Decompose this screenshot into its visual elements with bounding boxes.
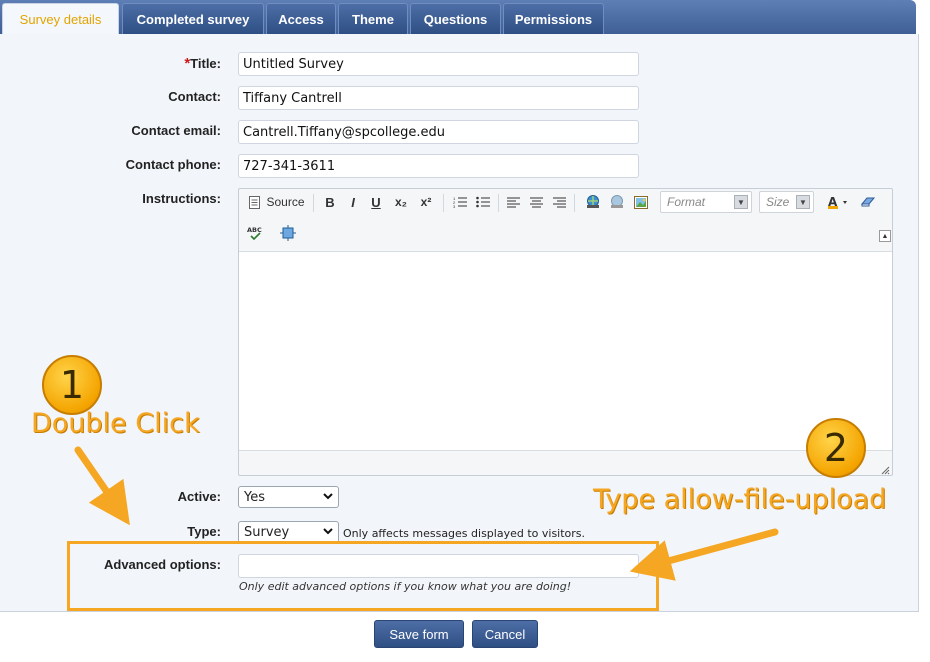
arrow-to-advanced-options (74, 446, 130, 526)
cancel-button[interactable]: Cancel (472, 620, 538, 648)
arrow-to-advanced-input (629, 528, 779, 581)
save-form-button[interactable]: Save form (374, 620, 464, 648)
annotation-arrows (74, 446, 779, 581)
